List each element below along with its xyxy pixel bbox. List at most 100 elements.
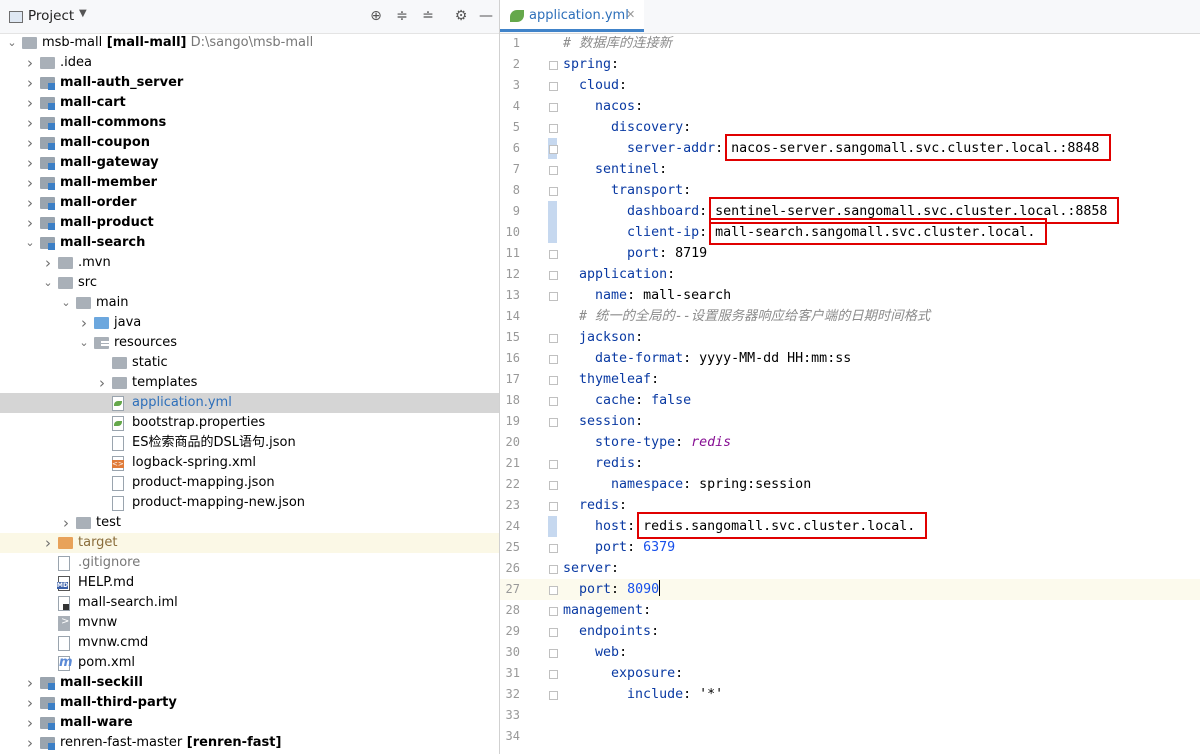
chevron-down-icon[interactable]: ⌄ — [78, 333, 90, 353]
code-line[interactable]: 18 cache: false — [500, 390, 1200, 411]
chevron-right-icon[interactable]: › — [24, 93, 36, 113]
tree-item[interactable]: › mall-order — [0, 193, 499, 213]
tree-item[interactable]: › mall-third-party — [0, 693, 499, 713]
fold-marker-icon[interactable] — [548, 668, 558, 679]
chevron-right-icon[interactable]: › — [78, 313, 90, 333]
tree-item[interactable]: ⌄ resources — [0, 333, 499, 353]
locate-file-icon[interactable]: ⊕ — [366, 6, 386, 26]
project-view-selector[interactable]: Project — [28, 8, 74, 24]
code-line[interactable]: 3 cloud: — [500, 75, 1200, 96]
chevron-down-icon[interactable]: ⌄ — [42, 273, 54, 293]
tree-item[interactable]: › test — [0, 513, 499, 533]
tree-item[interactable]: › mall-product — [0, 213, 499, 233]
tab-application-yml[interactable]: application.yml ✕ — [500, 0, 644, 32]
chevron-right-icon[interactable]: › — [24, 733, 36, 753]
code-line[interactable]: 20 store-type: redis — [500, 432, 1200, 453]
code-line[interactable]: 2 spring: — [500, 54, 1200, 75]
tree-item[interactable]: mall-search.iml — [0, 593, 499, 613]
tree-item[interactable]: › mall-commons — [0, 113, 499, 133]
chevron-right-icon[interactable]: › — [96, 373, 108, 393]
tree-item[interactable]: product-mapping.json — [0, 473, 499, 493]
tree-item[interactable]: › mall-member — [0, 173, 499, 193]
chevron-right-icon[interactable]: › — [24, 693, 36, 713]
tree-item[interactable]: static — [0, 353, 499, 373]
tree-item[interactable]: product-mapping-new.json — [0, 493, 499, 513]
code-line[interactable]: 4 nacos: — [500, 96, 1200, 117]
chevron-right-icon[interactable]: › — [24, 153, 36, 173]
fold-marker-icon[interactable] — [548, 101, 558, 112]
chevron-down-icon[interactable]: ⌄ — [60, 293, 72, 313]
chevron-down-icon[interactable]: ⌄ — [6, 33, 18, 53]
chevron-right-icon[interactable]: › — [42, 253, 54, 273]
fold-marker-icon[interactable] — [548, 332, 558, 343]
tree-item[interactable]: › mall-auth_server — [0, 73, 499, 93]
chevron-down-icon[interactable]: ▼ — [79, 8, 87, 19]
collapse-all-icon[interactable]: ≐ — [418, 6, 438, 26]
code-line[interactable]: 19 session: — [500, 411, 1200, 432]
chevron-right-icon[interactable]: › — [60, 513, 72, 533]
code-line[interactable]: 27 port: 8090 — [500, 579, 1200, 600]
code-line[interactable]: 15 jackson: — [500, 327, 1200, 348]
fold-marker-icon[interactable] — [548, 542, 558, 553]
fold-marker-icon[interactable] — [548, 563, 558, 574]
code-line[interactable]: 1 # 数据库的连接新 — [500, 33, 1200, 54]
fold-marker-icon[interactable] — [548, 500, 558, 511]
code-line[interactable]: 33 — [500, 705, 1200, 726]
fold-marker-icon[interactable] — [548, 290, 558, 301]
chevron-right-icon[interactable]: › — [24, 193, 36, 213]
code-line[interactable]: 34 — [500, 726, 1200, 747]
code-line[interactable]: 16 date-format: yyyy-MM-dd HH:mm:ss — [500, 348, 1200, 369]
fold-marker-icon[interactable] — [548, 584, 558, 595]
code-line[interactable]: 28 management: — [500, 600, 1200, 621]
chevron-right-icon[interactable]: › — [24, 113, 36, 133]
tree-item[interactable]: › java — [0, 313, 499, 333]
tree-item[interactable]: ⌄ msb-mall [mall-mall] D:\sango\msb-mall — [0, 33, 499, 53]
tree-item[interactable]: › mall-ware — [0, 713, 499, 733]
tree-item[interactable]: ⌄ mall-search — [0, 233, 499, 253]
code-line[interactable]: 30 web: — [500, 642, 1200, 663]
fold-marker-icon[interactable] — [548, 164, 558, 175]
tree-item[interactable]: › renren-fast-master [renren-fast] — [0, 733, 499, 753]
chevron-right-icon[interactable]: › — [24, 213, 36, 233]
code-line[interactable]: 32 include: '*' — [500, 684, 1200, 705]
tree-item[interactable]: bootstrap.properties — [0, 413, 499, 433]
tree-item[interactable]: mvnw.cmd — [0, 633, 499, 653]
tree-item[interactable]: ⌄ main — [0, 293, 499, 313]
change-marker[interactable] — [548, 222, 557, 243]
close-icon[interactable]: ✕ — [626, 8, 635, 21]
tree-item[interactable]: .gitignore — [0, 553, 499, 573]
tree-item[interactable]: › .idea — [0, 53, 499, 73]
fold-marker-icon[interactable] — [548, 374, 558, 385]
tree-item[interactable]: › mall-seckill — [0, 673, 499, 693]
tree-item[interactable]: logback-spring.xml — [0, 453, 499, 473]
code-line[interactable]: 29 endpoints: — [500, 621, 1200, 642]
tree-item[interactable]: pom.xml — [0, 653, 499, 673]
tree-item[interactable]: › mall-cart — [0, 93, 499, 113]
tree-item[interactable]: application.yml — [0, 393, 499, 413]
project-tree[interactable]: ⌄ msb-mall [mall-mall] D:\sango\msb-mall ›… — [0, 33, 499, 754]
fold-marker-icon[interactable] — [548, 626, 558, 637]
tree-item[interactable]: ES检索商品的DSL语句.json — [0, 433, 499, 453]
fold-marker-icon[interactable] — [548, 416, 558, 427]
code-line[interactable]: 22 namespace: spring:session — [500, 474, 1200, 495]
code-line[interactable]: 11 port: 8719 — [500, 243, 1200, 264]
fold-marker-icon[interactable] — [548, 458, 558, 469]
chevron-right-icon[interactable]: › — [24, 73, 36, 93]
tree-item[interactable]: HELP.md — [0, 573, 499, 593]
expand-all-icon[interactable]: ≑ — [392, 6, 412, 26]
tree-item[interactable]: ⌄ src — [0, 273, 499, 293]
code-line[interactable]: 13 name: mall-search — [500, 285, 1200, 306]
fold-marker-icon[interactable] — [548, 185, 558, 196]
code-line[interactable]: 17 thymeleaf: — [500, 369, 1200, 390]
minimize-icon[interactable]: — — [476, 6, 496, 26]
fold-marker-icon[interactable] — [548, 605, 558, 616]
chevron-right-icon[interactable]: › — [24, 53, 36, 73]
fold-marker-icon[interactable] — [548, 689, 558, 700]
tree-item[interactable]: › mall-coupon — [0, 133, 499, 153]
gear-icon[interactable]: ⚙ — [451, 6, 471, 26]
code-line[interactable]: 26 server: — [500, 558, 1200, 579]
tree-item[interactable]: › .mvn — [0, 253, 499, 273]
tree-item[interactable]: mvnw — [0, 613, 499, 633]
tree-item[interactable]: › templates — [0, 373, 499, 393]
code-line[interactable]: 21 redis: — [500, 453, 1200, 474]
